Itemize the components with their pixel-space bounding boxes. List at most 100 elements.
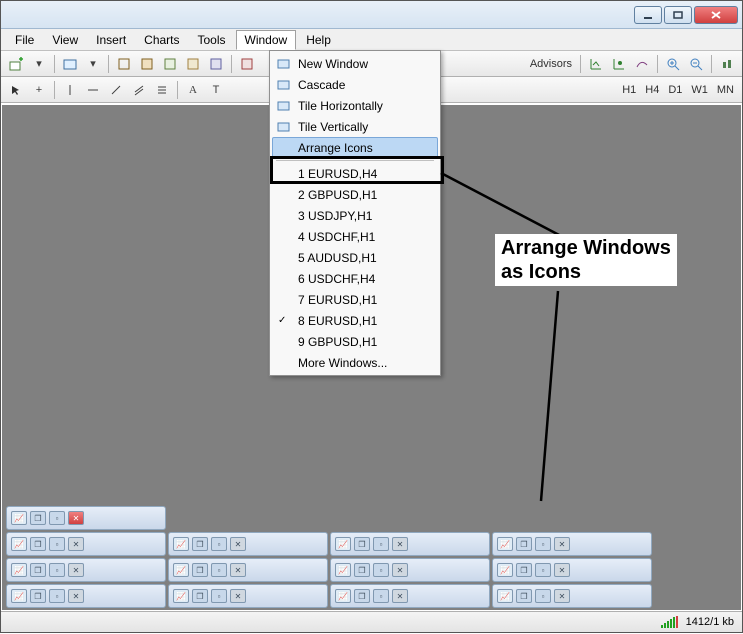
- menu-item-3-usdjpy-h1[interactable]: 3 USDJPY,H1: [272, 205, 438, 226]
- menu-item-9-gbpusd-h1[interactable]: 9 GBPUSD,H1: [272, 331, 438, 352]
- maximize-icon[interactable]: ▫: [535, 537, 551, 551]
- restore-icon[interactable]: ❐: [516, 589, 532, 603]
- new-order-icon[interactable]: [236, 54, 258, 74]
- restore-icon[interactable]: ❐: [30, 511, 46, 525]
- maximize-icon[interactable]: ▫: [211, 563, 227, 577]
- minimized-window[interactable]: 📈❐▫✕: [6, 532, 166, 556]
- cursor-icon[interactable]: [5, 80, 27, 100]
- menu-insert[interactable]: Insert: [88, 31, 134, 49]
- close-icon[interactable]: ✕: [392, 563, 408, 577]
- trendline-icon[interactable]: [105, 80, 127, 100]
- text-label-icon[interactable]: T: [205, 80, 227, 100]
- menu-item-5-audusd-h1[interactable]: 5 AUDUSD,H1: [272, 247, 438, 268]
- restore-icon[interactable]: ❐: [30, 563, 46, 577]
- restore-icon[interactable]: ❐: [30, 537, 46, 551]
- maximize-icon[interactable]: ▫: [49, 511, 65, 525]
- restore-icon[interactable]: ❐: [516, 563, 532, 577]
- close-icon[interactable]: ✕: [230, 537, 246, 551]
- close-icon[interactable]: ✕: [554, 563, 570, 577]
- dropdown-arrow-icon[interactable]: ▾: [82, 54, 104, 74]
- tf-h4[interactable]: H4: [641, 84, 663, 96]
- maximize-icon[interactable]: ▫: [49, 589, 65, 603]
- menu-window[interactable]: Window: [236, 30, 297, 50]
- close-icon[interactable]: ✕: [68, 589, 84, 603]
- maximize-icon[interactable]: ▫: [373, 589, 389, 603]
- minimized-window[interactable]: 📈❐▫✕: [6, 584, 166, 608]
- data-window-icon[interactable]: [136, 54, 158, 74]
- channel-icon[interactable]: [128, 80, 150, 100]
- market-watch-icon[interactable]: [113, 54, 135, 74]
- indicator-1-icon[interactable]: [585, 54, 607, 74]
- minimized-window[interactable]: 📈❐▫✕: [168, 584, 328, 608]
- chart-type-icon[interactable]: [716, 54, 738, 74]
- maximize-icon[interactable]: ▫: [373, 563, 389, 577]
- minimized-window[interactable]: 📈❐▫✕: [6, 558, 166, 582]
- tf-h1[interactable]: H1: [618, 84, 640, 96]
- minimized-window[interactable]: 📈❐▫✕: [492, 532, 652, 556]
- restore-icon[interactable]: ❐: [354, 537, 370, 551]
- close-icon[interactable]: ✕: [392, 537, 408, 551]
- zoom-in-icon[interactable]: [662, 54, 684, 74]
- vline-icon[interactable]: [59, 80, 81, 100]
- close-icon[interactable]: ✕: [554, 537, 570, 551]
- tf-w1[interactable]: W1: [687, 84, 712, 96]
- menu-item-4-usdchf-h1[interactable]: 4 USDCHF,H1: [272, 226, 438, 247]
- maximize-button[interactable]: [664, 6, 692, 24]
- close-icon[interactable]: ✕: [230, 563, 246, 577]
- menu-item-6-usdchf-h4[interactable]: 6 USDCHF,H4: [272, 268, 438, 289]
- close-icon[interactable]: ✕: [68, 511, 84, 525]
- terminal-icon[interactable]: [182, 54, 204, 74]
- profiles-icon[interactable]: [59, 54, 81, 74]
- crosshair-icon[interactable]: +: [28, 80, 50, 100]
- minimized-window[interactable]: 📈❐▫✕: [330, 532, 490, 556]
- close-icon[interactable]: ✕: [554, 589, 570, 603]
- minimized-window[interactable]: 📈❐▫✕: [168, 558, 328, 582]
- text-icon[interactable]: A: [182, 80, 204, 100]
- minimized-window[interactable]: 📈❐▫✕: [330, 558, 490, 582]
- dropdown-arrow-icon[interactable]: ▾: [28, 54, 50, 74]
- menu-charts[interactable]: Charts: [136, 31, 187, 49]
- menu-item-8-eurusd-h1[interactable]: ✓8 EURUSD,H1: [272, 310, 438, 331]
- strategy-tester-icon[interactable]: [205, 54, 227, 74]
- indicator-3-icon[interactable]: [631, 54, 653, 74]
- maximize-icon[interactable]: ▫: [49, 563, 65, 577]
- restore-icon[interactable]: ❐: [192, 537, 208, 551]
- minimize-button[interactable]: [634, 6, 662, 24]
- restore-icon[interactable]: ❐: [516, 537, 532, 551]
- restore-icon[interactable]: ❐: [354, 589, 370, 603]
- maximize-icon[interactable]: ▫: [535, 589, 551, 603]
- menu-item-tile-horizontally[interactable]: Tile Horizontally: [272, 95, 438, 116]
- menu-item-tile-vertically[interactable]: Tile Vertically: [272, 116, 438, 137]
- restore-icon[interactable]: ❐: [192, 589, 208, 603]
- close-icon[interactable]: ✕: [68, 537, 84, 551]
- menu-item-cascade[interactable]: Cascade: [272, 74, 438, 95]
- menu-item-more-windows-[interactable]: More Windows...: [272, 352, 438, 373]
- minimized-window[interactable]: 📈❐▫✕: [168, 532, 328, 556]
- maximize-icon[interactable]: ▫: [535, 563, 551, 577]
- hline-icon[interactable]: [82, 80, 104, 100]
- menu-view[interactable]: View: [44, 31, 86, 49]
- maximize-icon[interactable]: ▫: [211, 537, 227, 551]
- restore-icon[interactable]: ❐: [192, 563, 208, 577]
- close-icon[interactable]: ✕: [392, 589, 408, 603]
- maximize-icon[interactable]: ▫: [49, 537, 65, 551]
- menu-file[interactable]: File: [7, 31, 42, 49]
- minimized-window-active[interactable]: 📈 ❐ ▫ ✕: [6, 506, 166, 530]
- close-icon[interactable]: ✕: [230, 589, 246, 603]
- maximize-icon[interactable]: ▫: [373, 537, 389, 551]
- close-button[interactable]: [694, 6, 738, 24]
- restore-icon[interactable]: ❐: [354, 563, 370, 577]
- minimized-window[interactable]: 📈❐▫✕: [492, 558, 652, 582]
- tf-mn[interactable]: MN: [713, 84, 738, 96]
- menu-item-1-eurusd-h4[interactable]: 1 EURUSD,H4: [272, 163, 438, 184]
- zoom-out-icon[interactable]: [685, 54, 707, 74]
- minimized-window[interactable]: 📈❐▫✕: [492, 584, 652, 608]
- tf-d1[interactable]: D1: [664, 84, 686, 96]
- restore-icon[interactable]: ❐: [30, 589, 46, 603]
- new-chart-icon[interactable]: [5, 54, 27, 74]
- maximize-icon[interactable]: ▫: [211, 589, 227, 603]
- indicator-2-icon[interactable]: [608, 54, 630, 74]
- menu-item-arrange-icons[interactable]: Arrange Icons: [272, 137, 438, 158]
- menu-item-new-window[interactable]: New Window: [272, 53, 438, 74]
- menu-help[interactable]: Help: [298, 31, 339, 49]
